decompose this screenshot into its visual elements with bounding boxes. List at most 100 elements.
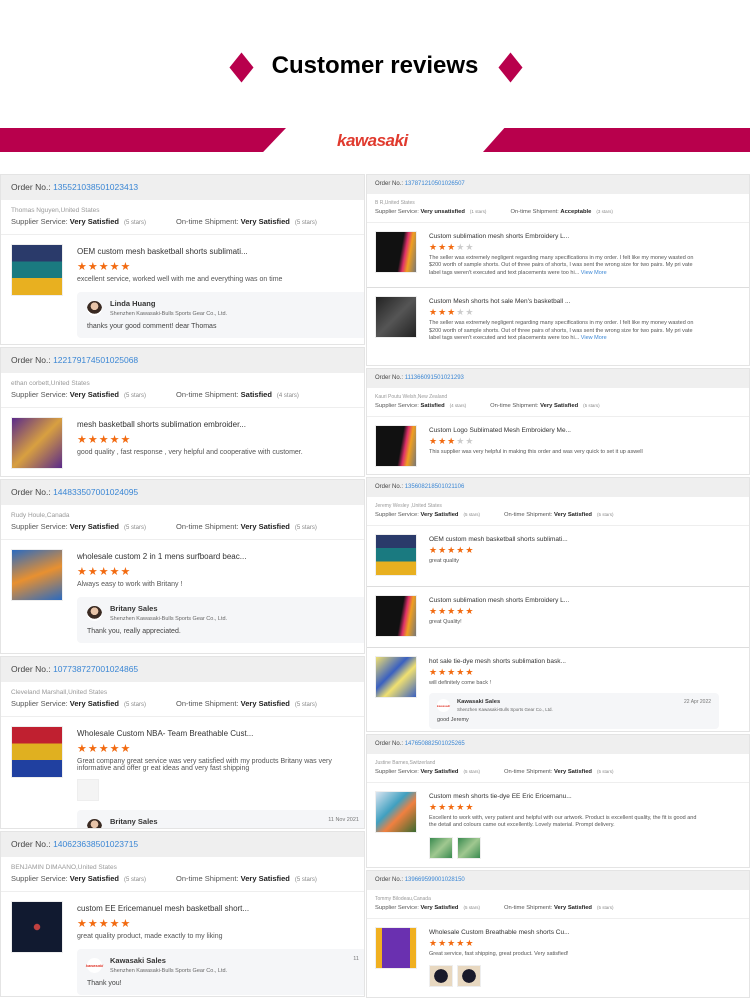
star-icon: ★ [120,434,132,446]
product-title-link[interactable]: Custom Mesh shorts hot sale Men's basket… [429,298,741,305]
product-title-link[interactable]: Custom sublimation mesh shorts Embroider… [429,233,741,240]
product-title-link[interactable]: wholesale custom 2 in 1 mens surfboard b… [77,552,364,561]
product-image[interactable] [375,927,417,969]
view-more-link[interactable]: View More [581,270,607,276]
buyer-name: B R,United States [375,200,415,206]
star-icon: ★ [429,307,439,318]
star-rating: ★★★★★ [77,260,364,273]
product-image[interactable] [11,417,63,469]
product-image[interactable] [11,549,63,601]
reply-company: Shenzhen Kawasaki-Bulls Sports Gear Co.,… [110,968,228,974]
star-icon: ★ [77,261,88,273]
seller-avatar [87,300,102,316]
order-number-link[interactable]: 135608218501021106 [405,484,465,490]
supplier-service-value: Satisfied [420,403,445,409]
product-title-link[interactable]: mesh basketball shorts sublimation embro… [77,420,354,429]
order-no-label: Order No.: [375,741,404,747]
product-title-link[interactable]: OEM custom mesh basketball shorts sublim… [77,247,364,256]
product-title-link[interactable]: Custom mesh shorts tie-dye EE Eric Erice… [429,793,741,800]
product-title-link[interactable]: Wholesale Custom NBA- Team Breathable Cu… [77,729,364,738]
review-body: Wholesale Custom NBA- Team Breathable Cu… [77,726,364,828]
order-number-link[interactable]: 107738727001024865 [53,664,138,674]
reply-author-name: Kawasaki Sales [110,956,166,965]
product-image[interactable] [11,244,63,296]
product-image[interactable] [375,296,417,339]
order-number-link[interactable]: 139669599001028150 [405,877,465,883]
supplier-service-label: Supplier Service: [375,403,419,409]
reply-author: Britany SalesShenzhen Kawasaki-Bulls Spo… [110,817,227,828]
buyer-name: Jeremy Wesley ,United States [375,503,442,509]
star-icon: ★ [109,566,121,578]
star-icon: ★ [465,938,475,948]
rating-summary: Supplier Service: Very unsatisfied (1 sta… [367,206,749,223]
kawasaki-logo-avatar: kawasaki [437,699,450,713]
review-text: The seller was extremely negligent regar… [429,320,699,342]
product-image[interactable] [375,656,417,698]
reply-header: Britany Sales Shenzhen Kawasaki-Bulls Spo… [87,604,357,622]
product-image[interactable] [375,791,417,833]
shipment-label: On-time Shipment: [176,390,239,399]
review-text: excellent service, worked well with me a… [77,276,364,283]
shipment-value: Satisfied [240,390,272,399]
review-photo-thumbnail[interactable] [457,836,481,859]
view-more-link[interactable]: View More [581,335,607,341]
rating-summary: Supplier Service: Very Satisfied (5 stars… [1,387,364,408]
product-image[interactable] [11,726,63,778]
supplier-service-label: Supplier Service: [11,217,68,226]
order-number-link[interactable]: 122179174501025068 [53,355,138,365]
review-photo-thumbnail[interactable] [429,836,453,859]
review-body: Custom sublimation mesh shorts Embroider… [429,231,741,277]
review-item: Custom Mesh shorts hot sale Men's basket… [367,287,749,352]
review-text: Excellent to work with, very patient and… [429,815,699,830]
review-text: Always easy to work with Britany ! [77,581,364,588]
rating-summary: Supplier Service: Very Satisfied (5 stars… [1,519,364,540]
review-text-content: The seller was extremely negligent regar… [429,320,694,342]
star-icon: ★ [447,545,457,555]
reply-author: Linda Huang Shenzhen Kawasaki-Bulls Sport… [110,299,227,317]
order-no-label: Order No.: [375,877,404,883]
review-photo-thumbnail[interactable] [429,965,453,988]
product-title-link[interactable]: hot sale tie-dye mesh shorts sublimation… [429,658,741,665]
product-title-link[interactable]: custom EE Ericemanuel mesh basketball sh… [77,904,364,913]
order-number-link[interactable]: 147650882501025265 [405,741,465,747]
product-image[interactable] [11,901,63,953]
product-title-link[interactable]: Custom Logo Sublimated Mesh Embroidery M… [429,427,741,434]
product-title-link[interactable]: Custom sublimation mesh shorts Embroider… [429,597,741,604]
order-number-link[interactable]: 137871210501026507 [405,181,465,187]
order-number-link[interactable]: 144833507001024095 [53,487,138,497]
review-body: Custom Mesh shorts hot sale Men's basket… [429,296,741,342]
reply-author-name: Kawasaki Sales [457,699,501,706]
product-title-link[interactable]: OEM custom mesh basketball shorts sublim… [429,536,741,543]
reviews-column-right: Order No.: 137871210501026507 B R,United … [366,174,750,1000]
star-icon: ★ [98,743,110,755]
star-icon: ★ [447,242,457,252]
product-image[interactable] [375,595,417,637]
supplier-service-value: Very unsatisfied [420,209,465,215]
review-text: The seller was extremely negligent regar… [429,255,699,277]
star-icon: ★ [429,667,439,677]
buyer-name: BENJAMIN DIMAANO,United States [11,864,117,871]
order-number-link[interactable]: 111366091501021293 [405,375,464,381]
product-title-link[interactable]: Wholesale Custom Breathable mesh shorts … [429,929,741,936]
reply-text: thanks your good comment! dear Thomas [87,323,217,330]
product-image[interactable] [375,534,417,576]
product-image[interactable] [375,425,417,467]
star-icon: ★ [438,242,448,252]
order-number-link[interactable]: 135521038501023413 [53,182,138,192]
star-icon: ★ [447,307,457,318]
star-rating: ★★★★★ [429,667,741,678]
reply-author: Kawasaki Sales Shenzhen Kawasaki-Bulls Sp… [110,956,227,974]
star-icon: ★ [456,667,466,677]
order-number-link[interactable]: 140623638501023715 [53,839,138,849]
supplier-service-stars: (5 stars) [124,877,147,883]
star-icon: ★ [109,918,121,930]
product-image[interactable] [375,231,417,273]
buyer-name: ethan corbett,United States [11,380,90,387]
star-icon: ★ [87,918,99,930]
star-rating: ★★★★★ [77,565,364,578]
review-photo-thumbnail[interactable] [457,965,481,988]
banner-bar-left [0,128,286,152]
star-rating: ★★★★★ [429,802,741,813]
review-photo-thumbnail[interactable] [77,779,99,801]
star-icon: ★ [429,436,439,446]
